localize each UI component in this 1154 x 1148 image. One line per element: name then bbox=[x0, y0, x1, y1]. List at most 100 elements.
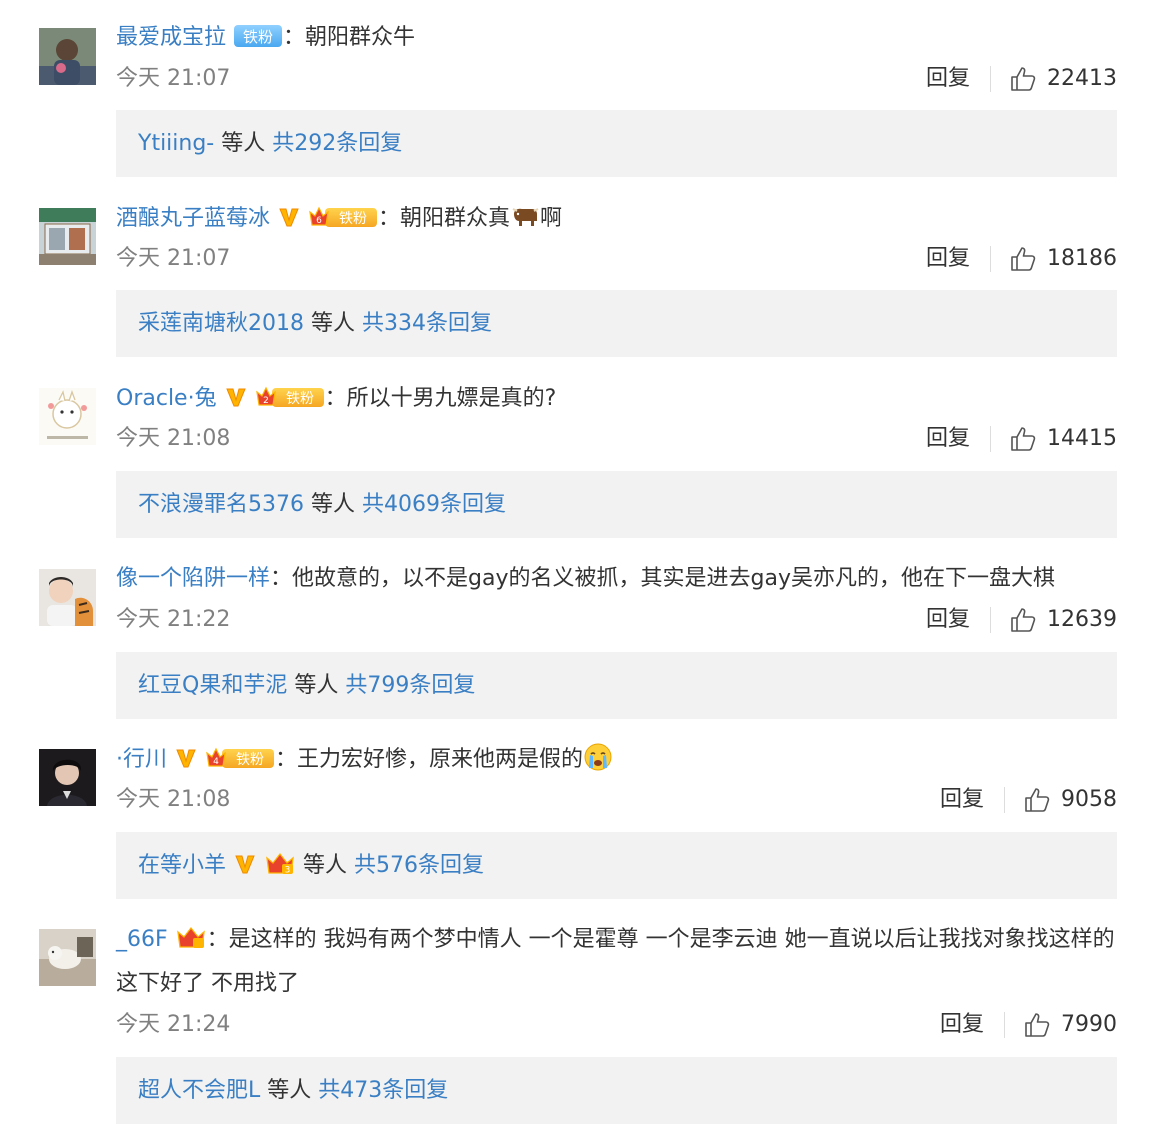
like-count: 12639 bbox=[1047, 607, 1117, 632]
colon: ： bbox=[378, 206, 401, 231]
thumbs-up-icon bbox=[1025, 1013, 1050, 1037]
thumbs-up-icon bbox=[1011, 67, 1036, 91]
username[interactable]: 像一个陷阱一样 bbox=[116, 566, 270, 591]
fan-level-crown-badge: 3 bbox=[265, 852, 295, 876]
username[interactable]: _66F bbox=[116, 927, 168, 952]
svg-text:2: 2 bbox=[263, 396, 269, 406]
reply-total-link[interactable]: 共799条回复 bbox=[345, 673, 475, 698]
reply-button[interactable]: 回复 bbox=[940, 784, 984, 816]
comment-meta: 今天 21:08 回复 9058 bbox=[116, 784, 1117, 816]
comment-body: Oracle·兔 V 2 铁粉 ：所以十男九嫖是真的? bbox=[116, 377, 1116, 421]
avatar[interactable] bbox=[39, 929, 96, 986]
svg-text:crown: crown bbox=[176, 926, 179, 927]
svg-text:V: V bbox=[225, 385, 226, 386]
thumbs-up-icon bbox=[1025, 788, 1050, 812]
divider bbox=[1004, 787, 1005, 813]
reply-summary[interactable]: 在等小羊 V 3 等人 共576条回复 bbox=[116, 832, 1117, 899]
reply-username[interactable]: 不浪漫罪名5376 bbox=[138, 492, 304, 517]
reply-mid-text: 等人 bbox=[304, 311, 362, 336]
like-count: 18186 bbox=[1047, 246, 1117, 271]
avatar[interactable] bbox=[39, 569, 96, 626]
thumbs-up-icon bbox=[1011, 247, 1036, 271]
comment-time: 今天 21:07 bbox=[116, 66, 231, 91]
reply-summary[interactable]: Ytiiing- 等人 共292条回复 bbox=[116, 110, 1117, 177]
comment-content-tail: 啊 bbox=[540, 206, 563, 231]
reply-total-link[interactable]: 共473条回复 bbox=[318, 1078, 448, 1103]
reply-username[interactable]: 在等小羊 bbox=[138, 853, 226, 878]
comment-meta: 今天 21:07 回复 18186 bbox=[116, 243, 1117, 275]
svg-text:3: 3 bbox=[285, 866, 291, 876]
svg-text:铁粉: 铁粉 bbox=[236, 752, 264, 768]
svg-text:铁粉: 铁粉 bbox=[243, 28, 273, 46]
reply-username[interactable]: 红豆Q果和芋泥 bbox=[138, 673, 287, 698]
username[interactable]: ·行川 bbox=[116, 747, 167, 772]
comment-actions: 回复 12639 bbox=[926, 604, 1117, 636]
comment-content: 王力宏好惨，原来他两是假的 bbox=[297, 747, 584, 772]
divider bbox=[990, 426, 991, 452]
comment-actions: 回复 22413 bbox=[926, 63, 1117, 95]
reply-button[interactable]: 回复 bbox=[926, 423, 970, 455]
svg-text:V: V bbox=[234, 852, 235, 853]
avatar[interactable] bbox=[39, 28, 96, 85]
reply-mid-text: 等人 bbox=[304, 492, 362, 517]
reply-mid-text: 等人 bbox=[287, 673, 346, 698]
like-button[interactable]: 7990 bbox=[1023, 1009, 1117, 1041]
reply-mid-text: 等人 bbox=[260, 1078, 319, 1103]
fan-level-badge: 4 铁粉 bbox=[206, 746, 274, 770]
comment-time: 今天 21:08 bbox=[116, 787, 231, 812]
like-count: 9058 bbox=[1061, 787, 1117, 812]
reply-summary[interactable]: 红豆Q果和芋泥 等人 共799条回复 bbox=[116, 652, 1117, 719]
comment-body: 酒酿丸子蓝莓冰 V 6 铁粉 ：朝阳群众真 啊 bbox=[116, 197, 1116, 241]
avatar[interactable] bbox=[39, 208, 96, 265]
comment-actions: 回复 9058 bbox=[940, 784, 1117, 816]
colon: ： bbox=[206, 927, 229, 952]
like-count: 22413 bbox=[1047, 66, 1117, 91]
comment-time: 今天 21:22 bbox=[116, 607, 231, 632]
comment-content: 朝阳群众牛 bbox=[305, 25, 416, 50]
reply-total-link[interactable]: 共292条回复 bbox=[272, 131, 402, 156]
reply-total-link[interactable]: 共576条回复 bbox=[354, 853, 484, 878]
fan-level-badge: 2 铁粉 bbox=[255, 385, 324, 409]
username[interactable]: 最爱成宝拉 bbox=[116, 25, 226, 50]
fan-crown-badge: crown bbox=[176, 926, 206, 950]
comment-content: 所以十男九嫖是真的? bbox=[346, 386, 557, 411]
like-button[interactable]: 14415 bbox=[1009, 423, 1117, 455]
reply-button[interactable]: 回复 bbox=[926, 63, 970, 95]
reply-username[interactable]: 采莲南塘秋2018 bbox=[138, 311, 304, 336]
reply-summary[interactable]: 不浪漫罪名5376 等人 共4069条回复 bbox=[116, 471, 1117, 538]
username[interactable]: 酒酿丸子蓝莓冰 bbox=[116, 206, 270, 231]
like-button[interactable]: 18186 bbox=[1009, 243, 1117, 275]
reply-summary[interactable]: 采莲南塘秋2018 等人 共334条回复 bbox=[116, 290, 1117, 357]
reply-total-link[interactable]: 共4069条回复 bbox=[362, 492, 506, 517]
avatar[interactable] bbox=[39, 388, 96, 445]
reply-button[interactable]: 回复 bbox=[940, 1009, 984, 1041]
username[interactable]: Oracle·兔 bbox=[116, 386, 217, 411]
divider bbox=[1004, 1012, 1005, 1038]
iron-fan-badge: 铁粉 bbox=[234, 24, 283, 48]
comment-body: ·行川 V 4 铁粉 ：王力宏好惨，原来他两是假的 bbox=[116, 738, 1116, 782]
like-button[interactable]: 12639 bbox=[1009, 604, 1117, 636]
colon: ： bbox=[270, 566, 293, 591]
like-button[interactable]: 9058 bbox=[1023, 784, 1117, 816]
reply-button[interactable]: 回复 bbox=[926, 243, 970, 275]
divider bbox=[990, 607, 991, 633]
reply-username[interactable]: 超人不会肥L bbox=[138, 1078, 260, 1103]
comment-content: 他故意的，以不是gay的名义被抓，其实是进去gay吴亦凡的，他在下一盘大棋 bbox=[292, 566, 1055, 591]
svg-text:4: 4 bbox=[213, 757, 219, 767]
comment-meta: 今天 21:22 回复 12639 bbox=[116, 604, 1117, 636]
thumbs-up-icon bbox=[1011, 608, 1036, 632]
comment-meta: 今天 21:08 回复 14415 bbox=[116, 423, 1117, 455]
comment-body: _66F crown ：是这样的 我妈有两个梦中情人 一个是霍尊 一个是李云迪 她… bbox=[116, 918, 1116, 1006]
thumbs-up-icon bbox=[1011, 427, 1036, 451]
reply-summary[interactable]: 超人不会肥L 等人 共473条回复 bbox=[116, 1057, 1117, 1124]
reply-username[interactable]: Ytiiing- bbox=[138, 131, 214, 156]
verified-v-badge: V bbox=[234, 852, 256, 876]
like-count: 7990 bbox=[1061, 1012, 1117, 1037]
reply-mid-text: 等人 bbox=[296, 853, 355, 878]
comment-time: 今天 21:07 bbox=[116, 246, 231, 271]
avatar[interactable] bbox=[39, 749, 96, 806]
comment-time: 今天 21:24 bbox=[116, 1012, 231, 1037]
reply-button[interactable]: 回复 bbox=[926, 604, 970, 636]
like-button[interactable]: 22413 bbox=[1009, 63, 1117, 95]
reply-total-link[interactable]: 共334条回复 bbox=[362, 311, 492, 336]
